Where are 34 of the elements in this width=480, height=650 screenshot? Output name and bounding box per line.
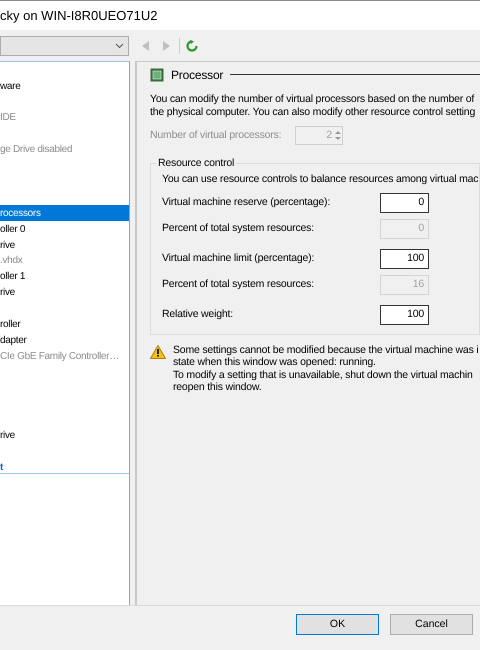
tree-item[interactable]: oller 0 <box>0 221 129 238</box>
field-label: Percent of total system resources: <box>162 276 315 292</box>
tree-item[interactable]: t <box>0 460 129 476</box>
dialog-button[interactable]: Cancel <box>390 614 473 635</box>
field-label: Number of virtual processors: <box>150 128 282 143</box>
tree-item[interactable]: oller 1 <box>0 268 129 285</box>
field-label: Virtual machine limit (percentage): <box>162 250 316 266</box>
tree-item[interactable]: roller <box>0 316 129 332</box>
spin-arrows-icon <box>334 129 342 142</box>
number-field[interactable]: 100 <box>380 304 429 325</box>
chevron-down-icon <box>115 42 124 48</box>
description-text: You can modify the number of virtual processors based on the number of the physical computer. You can also modify other resource control setting <box>150 93 476 119</box>
field-label: Virtual machine reserve (percentage): <box>162 194 332 210</box>
number-field[interactable]: 100 <box>380 248 429 269</box>
field-label: Percent of total system resources: <box>162 220 315 236</box>
back-arrow-icon[interactable] <box>142 40 150 50</box>
warning-message: Some settings cannot be modified because the virtual machine was i state when this window was opened: running. To modify a setting that is unavailable, shut down the virtual machin reopen this window. <box>173 344 478 394</box>
vm-selector-dropdown[interactable] <box>0 36 129 56</box>
tree-item[interactable]: rocessors <box>0 205 129 222</box>
tree-item[interactable]: rive <box>0 284 129 301</box>
refresh-icon[interactable] <box>186 40 198 52</box>
tree-item[interactable]: dapter <box>0 332 129 348</box>
forward-arrow-icon[interactable] <box>162 40 170 50</box>
window-title: cky on WIN-I8R0UEO71U2 <box>0 6 158 25</box>
tree-item[interactable]: rive <box>0 428 129 444</box>
warning-icon <box>150 344 166 359</box>
dialog-button[interactable]: OK <box>296 614 379 635</box>
tree-item[interactable]: ware <box>0 78 129 94</box>
section-title: Processor <box>171 66 224 84</box>
number-field[interactable]: 0 <box>380 192 429 213</box>
tree-item[interactable]: rive <box>0 237 129 253</box>
group-description: You can use resource controls to balance resources among virtual mac <box>162 172 479 187</box>
processor-chip-icon <box>150 68 164 82</box>
field-label: Relative weight: <box>162 306 234 322</box>
